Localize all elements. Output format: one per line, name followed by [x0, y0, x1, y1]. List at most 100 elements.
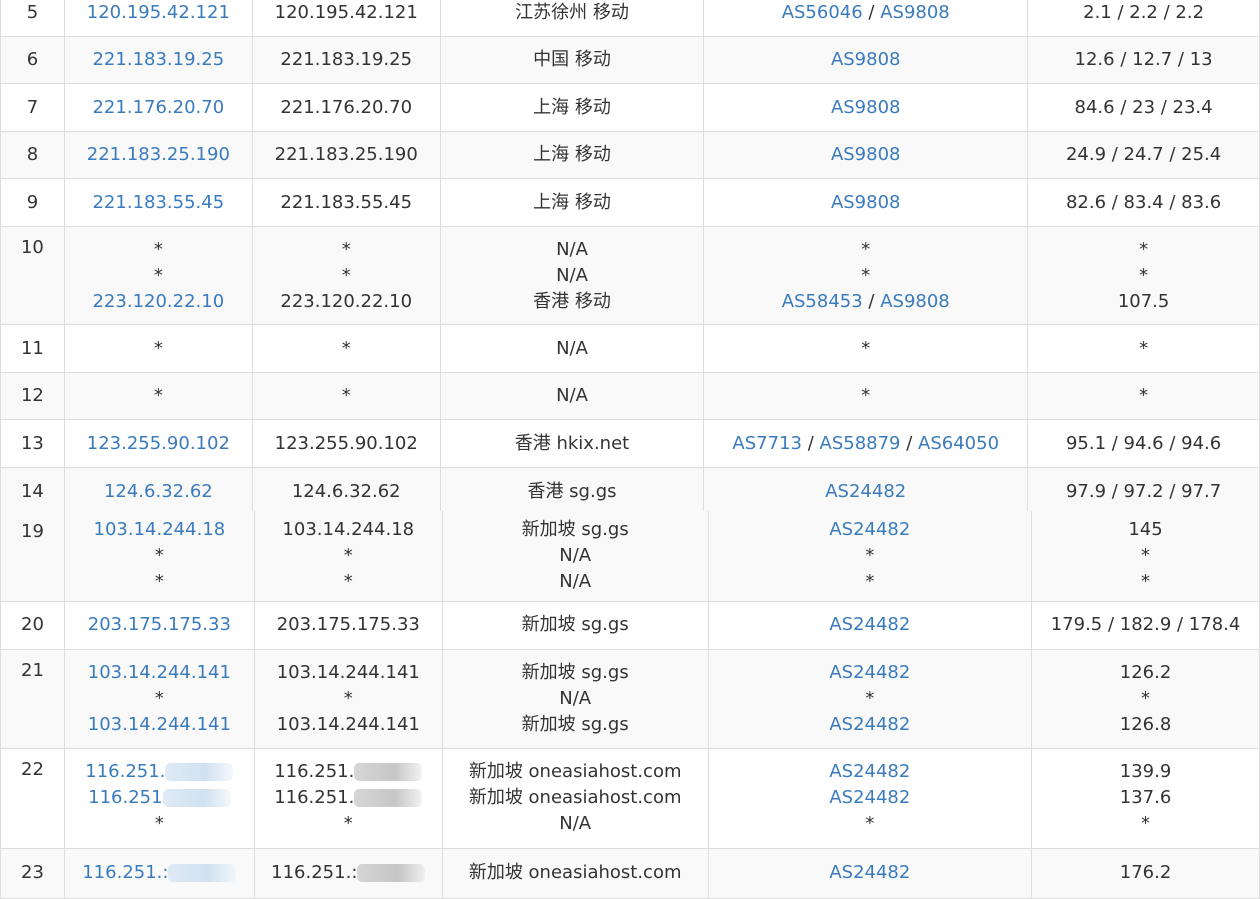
asn-link[interactable]: AS24482 [829, 761, 910, 782]
asn-link[interactable]: AS56046 [782, 2, 863, 23]
asn-line: AS24482 [709, 660, 1030, 686]
latency-text: 145 [1128, 518, 1163, 540]
asn-link[interactable]: AS24482 [829, 714, 910, 735]
asn-link[interactable]: AS24482 [825, 481, 906, 502]
asn-unknown: * [865, 544, 875, 566]
ip-link[interactable]: 221.183.25.190 [87, 144, 230, 165]
hostname-text: * [341, 337, 351, 359]
asn-cell: AS9808 [703, 131, 1029, 179]
ip-link[interactable]: 116.251.: [82, 862, 168, 883]
asn-link[interactable]: AS9808 [880, 291, 950, 312]
ip-unknown: * [153, 337, 163, 359]
ip-link[interactable]: 120.195.42.121 [87, 2, 230, 23]
latency-text: * [1139, 238, 1149, 260]
ip-link[interactable]: 103.14.244.141 [88, 662, 231, 683]
hop-number: 13 [20, 432, 44, 454]
ip-line: 203.175.175.33 [65, 612, 253, 638]
ip-link[interactable]: 116.251 [88, 787, 162, 808]
location-text: 新加坡 sg.gs [521, 614, 629, 635]
ip-cell: 221.183.19.25 [63, 36, 253, 84]
asn-link[interactable]: AS58453 [782, 291, 863, 312]
asn-link[interactable]: AS24482 [829, 519, 910, 540]
ip-line: 116.251.: [65, 860, 253, 886]
latency-text: 84.6 / 23 / 23.4 [1074, 96, 1213, 118]
asn-link[interactable]: AS7713 [732, 433, 802, 454]
ip-link[interactable]: 123.255.90.102 [87, 433, 230, 454]
ip-link[interactable]: 103.14.244.18 [94, 519, 226, 540]
ip-unknown: * [154, 544, 164, 566]
latency-cell: 97.9 / 97.2 / 97.7 [1027, 467, 1260, 516]
hostname-text: 116.251. [274, 787, 355, 808]
latency-text: 107.5 [1117, 290, 1170, 312]
ip-link[interactable]: 223.120.22.10 [92, 291, 224, 312]
asn-link[interactable]: AS58879 [820, 433, 901, 454]
redaction-blur [354, 789, 423, 807]
hop-number: 20 [21, 614, 44, 635]
latency-text: 126.8 [1119, 713, 1172, 735]
hostname-cell: 203.175.175.33 [253, 600, 443, 650]
ip-link[interactable]: 221.183.19.25 [92, 49, 224, 70]
hop-number-cell: 6 [0, 36, 65, 84]
asn-separator: / [900, 432, 919, 454]
asn-link[interactable]: AS9808 [831, 144, 901, 165]
latency-text: 179.5 / 182.9 / 178.4 [1050, 614, 1241, 635]
hostname-cell: 221.183.55.45 [251, 178, 441, 227]
latency-text: * [1141, 570, 1151, 592]
asn-link[interactable]: AS9808 [831, 49, 901, 70]
hostname-cell: 116.251.: [253, 847, 443, 899]
hostname-text: 103.14.244.141 [276, 713, 420, 735]
hop-number: 9 [26, 191, 39, 213]
ip-cell: 120.195.42.121 [63, 0, 253, 37]
ip-link[interactable]: 221.183.55.45 [92, 192, 224, 213]
hop-number: 11 [20, 337, 44, 359]
asn-cell: AS9808 [703, 178, 1029, 227]
asn-link[interactable]: AS24482 [829, 787, 910, 808]
hostname-cell: 221.176.20.70 [251, 83, 441, 132]
ip-link[interactable]: 124.6.32.62 [104, 481, 213, 502]
hostname-line: 221.183.25.190 [253, 142, 439, 168]
asn-link[interactable]: AS24482 [829, 614, 910, 635]
hostname-text: 221.183.19.25 [280, 49, 413, 70]
hop-number: 5 [26, 1, 39, 23]
asn-link[interactable]: AS24482 [829, 862, 910, 883]
hop-number: 10 [20, 237, 44, 258]
ip-cell: 116.251.: [63, 847, 255, 899]
location-text: 中国 移动 [533, 49, 611, 70]
asn-unknown: * [865, 813, 875, 834]
ip-line: * [65, 336, 251, 362]
hop-number-cell: 22 [0, 747, 65, 849]
ip-link[interactable]: 221.176.20.70 [92, 97, 224, 118]
asn-link[interactable]: AS9808 [880, 2, 950, 23]
table-row: 22 116.251. 116.251 * 116.251. 116.251. * 新加坡 o… [0, 747, 1260, 849]
ip-cell: 221.183.55.45 [63, 178, 253, 227]
asn-link[interactable]: AS9808 [831, 192, 901, 213]
asn-line: * [705, 237, 1027, 263]
location-text: N/A [556, 337, 588, 359]
ip-line: 221.183.55.45 [65, 190, 251, 216]
hostname-line: 116.251.: [255, 860, 441, 886]
hostname-line: 203.175.175.33 [255, 612, 441, 638]
asn-link[interactable]: AS24482 [829, 662, 910, 683]
location-text: 香港 移动 [533, 290, 611, 312]
table-row: 6 221.183.19.25 221.183.19.25 中国 移动 AS9808 12… [0, 36, 1260, 84]
asn-link[interactable]: AS64050 [918, 433, 999, 454]
asn-cell: * [703, 324, 1029, 373]
latency-text: 126.2 [1119, 661, 1172, 683]
ip-line: * [65, 811, 253, 837]
location-cell: 新加坡 oneasiahost.com 新加坡 oneasiahost.com N/… [441, 747, 709, 849]
ip-link[interactable]: 103.14.244.141 [88, 714, 231, 735]
asn-line: AS7713 / AS58879 / AS64050 [705, 431, 1027, 457]
location-cell: 香港 hkix.net [439, 419, 705, 468]
ip-link[interactable]: 203.175.175.33 [88, 614, 231, 635]
asn-line: * [709, 543, 1030, 569]
latency-text: 12.6 / 12.7 / 13 [1074, 49, 1213, 70]
location-text: N/A [556, 238, 588, 260]
location-cell: 上海 移动 [439, 83, 705, 132]
location-text: 香港 sg.gs [527, 480, 617, 502]
hostname-text: * [343, 570, 353, 592]
ip-cell: * [63, 324, 253, 373]
asn-link[interactable]: AS9808 [831, 97, 901, 118]
ip-link[interactable]: 116.251. [85, 761, 165, 782]
table-row: 20 203.175.175.33 203.175.175.33 新加坡 sg.gs A… [0, 600, 1260, 650]
table-row: 23 116.251.: 116.251.: 新加坡 oneasiahost.com A… [0, 847, 1260, 899]
